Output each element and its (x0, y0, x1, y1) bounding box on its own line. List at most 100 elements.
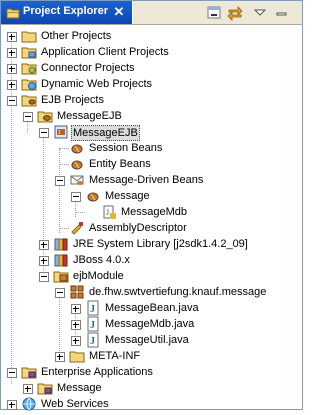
tree-item-message-mdb-java[interactable]: J MessageMdb.java (1, 316, 302, 332)
close-icon[interactable]: ✕ (111, 3, 127, 21)
expand-icon[interactable] (7, 32, 17, 42)
tree-item-ear-message[interactable]: Message (1, 380, 302, 396)
svg-text:J: J (90, 336, 95, 347)
tree-item-jboss[interactable]: JBoss 4.0.x (1, 252, 302, 268)
collapse-icon[interactable] (23, 112, 33, 122)
tree-item-jre-library[interactable]: JRE System Library [j2sdk1.4.2_09] (1, 236, 302, 252)
tree-item-connector-projects[interactable]: Connector Projects (1, 60, 302, 76)
tree-item-label: MessageBean.java (105, 302, 199, 314)
expand-icon[interactable] (39, 240, 49, 250)
folder-icon (69, 348, 85, 364)
assembly-descriptor-icon (69, 220, 85, 236)
library-icon (53, 252, 69, 268)
tree-item-message-bean[interactable]: Message (1, 188, 302, 204)
collapse-icon[interactable] (7, 96, 17, 106)
project-explorer-icon (6, 6, 20, 19)
tree-item-label: Entity Beans (89, 158, 151, 170)
tree-line (59, 228, 69, 229)
tree-item-label: Enterprise Applications (41, 366, 153, 378)
tree-item-label: EJB Projects (41, 94, 104, 106)
tree-item-dynamic-web-projects[interactable]: Dynamic Web Projects (1, 76, 302, 92)
java-file-icon: J (85, 316, 101, 332)
tree-item-application-client-projects[interactable]: Application Client Projects (1, 44, 302, 60)
expand-icon[interactable] (71, 336, 81, 346)
collapse-icon[interactable] (39, 272, 49, 282)
bean-icon (85, 188, 101, 204)
expand-icon[interactable] (7, 80, 17, 90)
ejb-project-icon (37, 108, 53, 124)
java-file-icon: J (85, 332, 101, 348)
view-title: Project Explorer (23, 5, 108, 17)
tree-item-entity-beans[interactable]: Entity Beans (1, 156, 302, 172)
tree-item-ejb-module[interactable]: ejbModule (1, 268, 302, 284)
link-with-editor-icon[interactable] (226, 4, 244, 21)
view-tab[interactable]: Project Explorer ✕ (1, 1, 133, 24)
tree-item-label: ejbModule (73, 270, 124, 282)
source-folder-icon (53, 268, 69, 284)
collapse-icon[interactable] (7, 368, 17, 378)
tree-item-label: Message-Driven Beans (89, 174, 204, 186)
package-icon (69, 284, 85, 300)
ear-project-icon (37, 380, 53, 396)
view-header: Project Explorer ✕ (1, 1, 302, 25)
tree-item-label: Application Client Projects (41, 46, 169, 58)
expand-icon[interactable] (71, 320, 81, 330)
tree-item-label: MessageMdb (121, 206, 188, 218)
connector-folder-icon (21, 60, 37, 76)
project-explorer-view: Project Explorer ✕ Other Projects Applic… (0, 0, 303, 411)
collapse-icon[interactable] (71, 192, 81, 202)
tree-item-label: META-INF (89, 350, 141, 362)
application-client-folder-icon (21, 44, 37, 60)
tree-item-ejb-projects[interactable]: EJB Projects (1, 92, 302, 108)
tree-item-assembly-descriptor[interactable]: AssemblyDescriptor (1, 220, 302, 236)
collapse-icon[interactable] (55, 288, 65, 298)
project-tree: Other Projects Application Client Projec… (1, 25, 302, 411)
tree-line (59, 148, 69, 149)
expand-icon[interactable] (7, 48, 17, 58)
entity-bean-icon (69, 156, 85, 172)
tree-item-message-mdb[interactable]: J MessageMdb (1, 204, 302, 220)
tree-item-label: JBoss 4.0.x (73, 254, 130, 266)
tree-item-package[interactable]: de.fhw.swtvertiefung.knauf.message (1, 284, 302, 300)
svg-text:J: J (106, 208, 109, 217)
tree-item-deployment-descriptor[interactable]: 1 MessageEJB (1, 124, 302, 141)
tree-item-meta-inf[interactable]: META-INF (1, 348, 302, 364)
expand-icon[interactable] (71, 304, 81, 314)
mdb-class-icon: J (101, 204, 117, 220)
folder-icon (21, 28, 37, 44)
expand-icon[interactable] (7, 64, 17, 74)
web-folder-icon (21, 76, 37, 92)
tree-item-other-projects[interactable]: Other Projects (1, 28, 302, 44)
expand-icon[interactable] (39, 256, 49, 266)
expand-icon[interactable] (55, 352, 65, 362)
tree-item-label: MessageEJB (57, 110, 122, 122)
svg-text:1: 1 (58, 130, 61, 136)
tree-line (75, 212, 85, 213)
tree-item-label: JRE System Library [j2sdk1.4.2_09] (73, 238, 248, 250)
collapse-icon[interactable] (55, 176, 65, 186)
deployment-descriptor-icon: 1 (53, 124, 69, 140)
library-icon (53, 236, 69, 252)
tree-item-label: MessageUtil.java (105, 334, 189, 346)
tree-item-label: de.fhw.swtvertiefung.knauf.message (89, 286, 267, 298)
view-menu-icon[interactable] (251, 4, 269, 21)
expand-icon[interactable] (7, 400, 17, 410)
tree-item-message-bean-java[interactable]: J MessageBean.java (1, 300, 302, 316)
tree-item-session-beans[interactable]: Session Beans (1, 140, 302, 156)
tree-item-label: Other Projects (41, 30, 112, 42)
tree-item-label: Connector Projects (41, 62, 135, 74)
ejb-folder-icon (21, 92, 37, 108)
tree-item-message-ejb-project[interactable]: MessageEJB (1, 108, 302, 124)
expand-icon[interactable] (23, 384, 33, 394)
tree-item-enterprise-applications[interactable]: Enterprise Applications (1, 364, 302, 380)
tree-item-message-driven-beans[interactable]: Message-Driven Beans (1, 172, 302, 188)
minimize-icon[interactable] (205, 4, 223, 21)
tree-item-message-util-java[interactable]: J MessageUtil.java (1, 332, 302, 348)
tree-item-label: Session Beans (89, 142, 163, 154)
minimize-view-icon[interactable] (273, 4, 291, 21)
tree-item-label: MessageMdb.java (105, 318, 195, 330)
tree-item-label: Web Services (41, 398, 109, 410)
collapse-icon[interactable] (39, 128, 49, 138)
tree-item-label: Message (105, 190, 150, 202)
ear-folder-icon (21, 364, 37, 380)
